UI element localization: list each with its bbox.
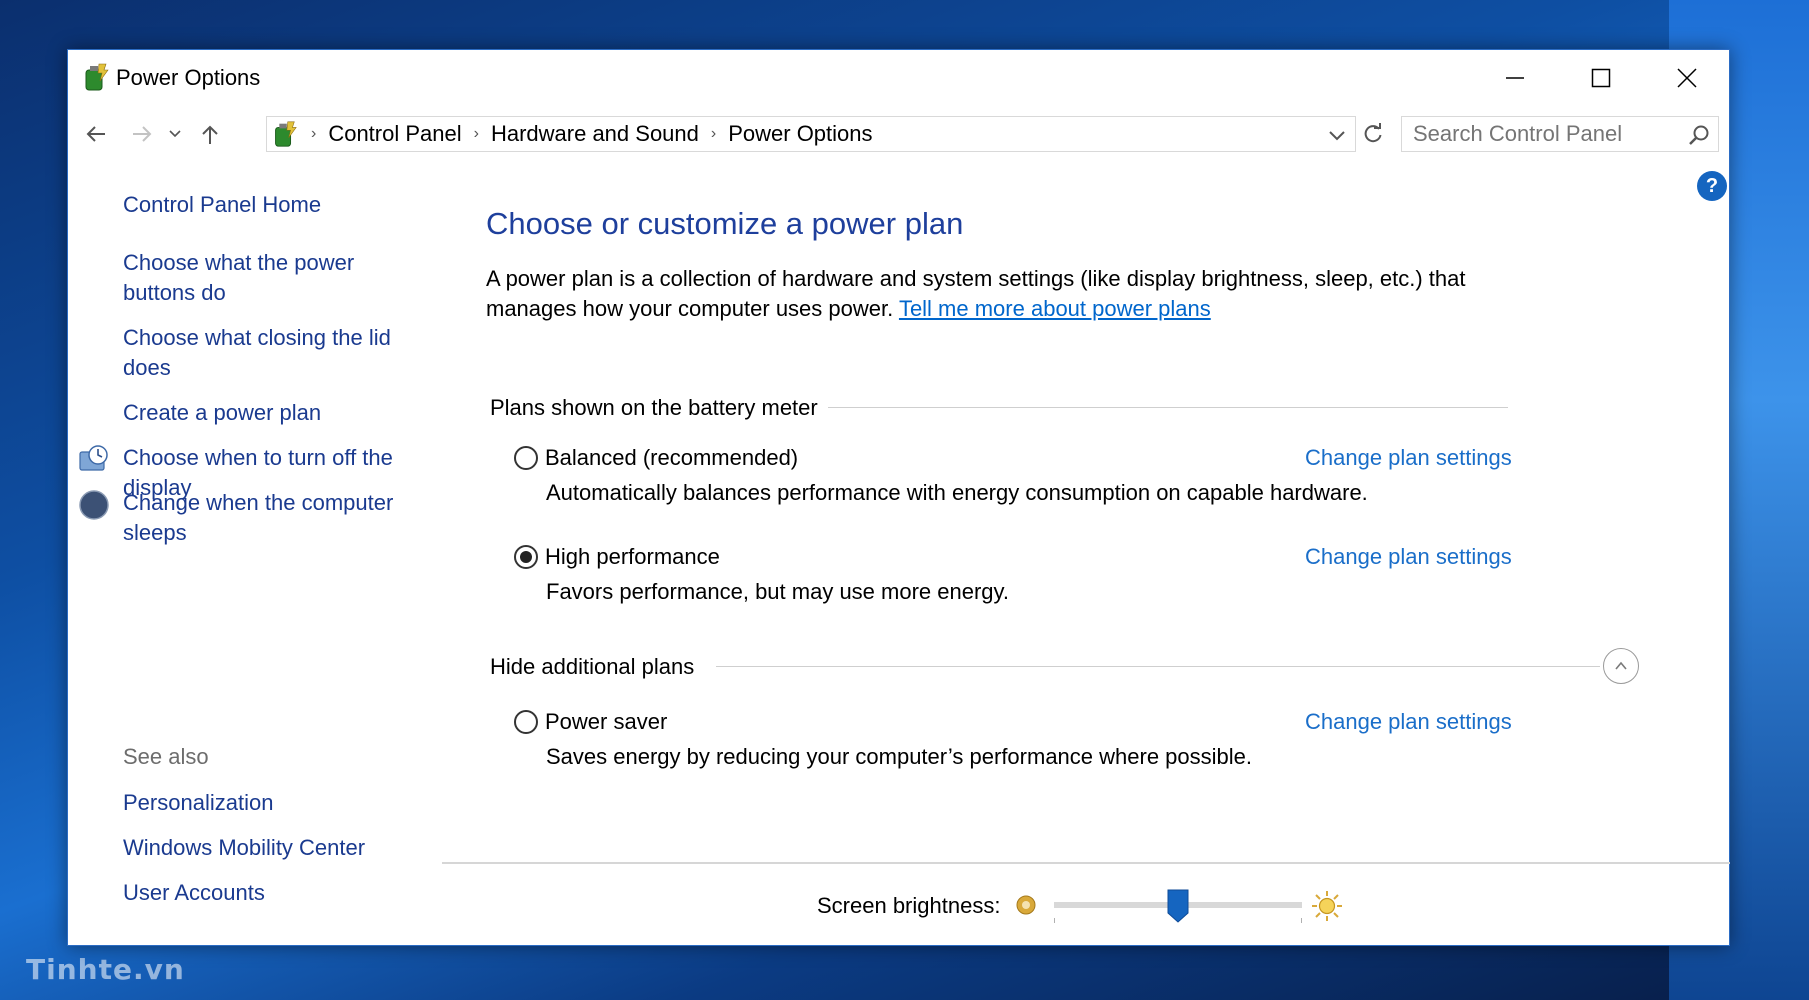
plan-description: Automatically balances performance with …: [546, 480, 1368, 505]
maximize-icon: [1591, 68, 1611, 88]
plan-name[interactable]: High performance: [545, 544, 720, 570]
brightness-slider-thumb[interactable]: [1167, 889, 1189, 923]
search-icon[interactable]: [1688, 124, 1710, 146]
plan-power-saver-radio[interactable]: [514, 710, 538, 734]
screen-brightness-label: Screen brightness:: [817, 893, 1001, 918]
sidebar-item-personalization[interactable]: Personalization: [123, 788, 453, 818]
sidebar-item-create-plan[interactable]: Create a power plan: [123, 398, 423, 428]
breadcrumb-power-options[interactable]: Power Options: [728, 121, 872, 147]
intro-text: A power plan is a collection of hardware…: [486, 264, 1506, 324]
breadcrumb-separator-icon: ›: [473, 125, 479, 142]
minimize-button[interactable]: [1472, 50, 1558, 106]
sidebar-item-user-accounts[interactable]: User Accounts: [123, 878, 453, 908]
brightness-bar: Screen brightness:: [442, 862, 1730, 946]
refresh-icon: [1364, 123, 1382, 143]
sidebar-item-closing-lid[interactable]: Choose what closing the lid does: [123, 323, 423, 383]
moon-sleep-icon: [79, 490, 109, 520]
slider-tick: [1301, 918, 1302, 923]
back-button[interactable]: [78, 112, 114, 156]
plan-description: Saves energy by reducing your computer’s…: [546, 744, 1252, 769]
change-plan-settings-link[interactable]: Change plan settings: [1305, 709, 1512, 735]
maximize-button[interactable]: [1558, 50, 1644, 106]
chevron-down-icon: [169, 130, 181, 138]
change-plan-settings-link[interactable]: Change plan settings: [1305, 544, 1512, 570]
recent-locations-button[interactable]: [162, 112, 188, 156]
address-bar[interactable]: › Control Panel › Hardware and Sound › P…: [266, 116, 1356, 152]
see-also-heading: See also: [123, 744, 209, 769]
group-divider: [716, 666, 1600, 667]
up-button[interactable]: [192, 112, 228, 156]
search-box[interactable]: [1401, 116, 1719, 152]
sidebar-item-control-panel-home[interactable]: Control Panel Home: [123, 190, 423, 220]
breadcrumb-separator-icon: ›: [311, 125, 317, 142]
power-options-icon: [85, 63, 109, 91]
forward-arrow-icon: [133, 126, 152, 142]
dim-sun-icon: [1016, 895, 1036, 915]
battery-meter-group-heading: Plans shown on the battery meter: [490, 395, 828, 421]
plan-description: Favors performance, but may use more ene…: [546, 579, 1010, 604]
breadcrumb-separator-icon: ›: [710, 125, 717, 142]
search-input[interactable]: [1413, 121, 1718, 147]
additional-plans-group-heading[interactable]: Hide additional plans: [490, 654, 705, 680]
collapse-plans-button[interactable]: [1603, 648, 1639, 684]
forward-button[interactable]: [124, 112, 160, 156]
navigation-bar: › Control Panel › Hardware and Sound › P…: [68, 112, 1729, 156]
sidebar-item-mobility-center[interactable]: Windows Mobility Center: [123, 833, 453, 863]
title-bar: Power Options: [68, 50, 1729, 106]
breadcrumb-control-panel[interactable]: Control Panel: [328, 121, 461, 147]
back-arrow-icon: [86, 126, 105, 142]
watermark: Tinhte.vn: [26, 953, 185, 986]
bright-sun-icon: [1312, 891, 1342, 921]
minimize-icon: [1506, 77, 1524, 79]
power-options-window: Power Options › Control Panel › Hardware…: [67, 49, 1730, 946]
plan-name[interactable]: Power saver: [545, 709, 667, 735]
plan-balanced-radio[interactable]: [514, 446, 538, 470]
power-options-icon: [275, 121, 297, 147]
chevron-up-icon: [1615, 661, 1627, 670]
slider-tick: [1054, 918, 1055, 923]
address-dropdown-icon[interactable]: [1325, 123, 1349, 147]
plan-name[interactable]: Balanced (recommended): [545, 445, 798, 471]
refresh-button[interactable]: [1358, 116, 1388, 152]
plan-high-performance-radio[interactable]: [514, 545, 538, 569]
close-button[interactable]: [1644, 50, 1730, 106]
help-icon[interactable]: ?: [1697, 171, 1727, 201]
sidebar-item-computer-sleeps[interactable]: Change when the computer sleeps: [123, 488, 423, 548]
change-plan-settings-link[interactable]: Change plan settings: [1305, 445, 1512, 471]
sidebar-item-power-buttons[interactable]: Choose what the power buttons do: [123, 248, 423, 308]
display-clock-icon: [79, 445, 108, 471]
close-icon: [1677, 68, 1697, 88]
page-title: Choose or customize a power plan: [486, 206, 964, 241]
up-arrow-icon: [202, 125, 218, 144]
breadcrumb-hardware-and-sound[interactable]: Hardware and Sound: [491, 121, 699, 147]
window-title: Power Options: [116, 65, 261, 90]
tell-me-more-link[interactable]: Tell me more about power plans: [899, 296, 1211, 321]
group-divider: [786, 407, 1508, 408]
